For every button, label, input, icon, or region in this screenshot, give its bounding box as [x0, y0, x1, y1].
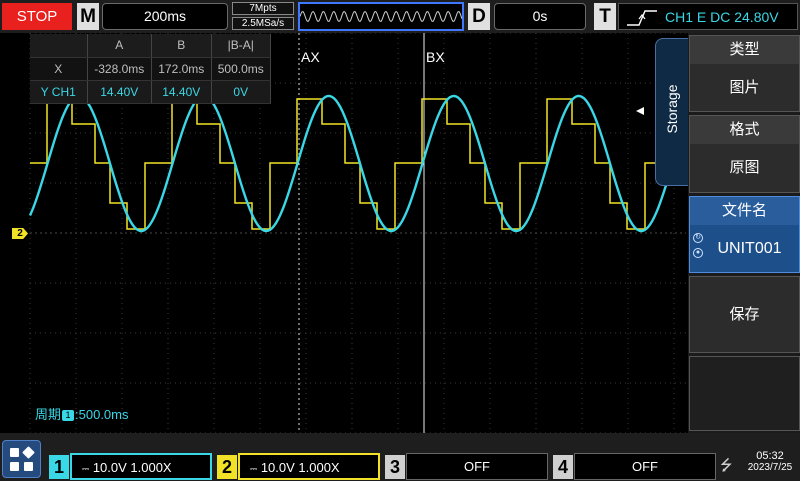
- home-menu-button[interactable]: [2, 440, 41, 478]
- measure-x-label: X: [30, 57, 88, 81]
- ch4-key[interactable]: 4: [553, 455, 573, 479]
- measure-y-b: 14.40V: [151, 80, 212, 104]
- waveform-overview[interactable]: [298, 2, 464, 31]
- ch2-key[interactable]: 2: [217, 455, 237, 479]
- measure-x-a: -328.0ms: [87, 57, 153, 81]
- save-button[interactable]: 保存: [689, 276, 800, 353]
- format-title: 格式: [690, 116, 799, 144]
- save-label: 保存: [729, 306, 760, 323]
- trigger-level-arrow-icon: [636, 107, 644, 115]
- measure-header-b: B: [151, 34, 212, 58]
- ch1-setting[interactable]: ⎓ 10.0V 1.000X: [70, 453, 212, 480]
- filename-knob-icons: ↻ ●: [693, 233, 705, 263]
- timebase-value[interactable]: 200ms: [102, 3, 228, 30]
- ch2-setting[interactable]: ⎓ 10.0V 1.000X: [238, 453, 380, 480]
- measure-corner: [30, 34, 88, 58]
- cursor-ax-label: AX: [301, 49, 320, 65]
- trigger-key[interactable]: T: [594, 3, 616, 30]
- type-value: 图片: [729, 79, 760, 96]
- format-button[interactable]: 格式 原图: [689, 115, 800, 193]
- measure-header-a: A: [87, 34, 153, 58]
- period-channel-badge: 1: [62, 410, 75, 422]
- run-stop-button[interactable]: STOP: [2, 3, 72, 30]
- clock: 05:32 2023/7/25: [742, 450, 798, 473]
- waveform-screen[interactable]: A B |B-A| X -328.0ms 172.0ms 500.0ms Y C…: [0, 33, 686, 433]
- period-label: 周期: [35, 407, 62, 422]
- memory-depth: 7Mpts: [232, 2, 294, 15]
- storage-menu: 类型 图片 格式 原图 文件名 ↻ ● UNIT001 保存: [688, 33, 800, 433]
- cursor-measure-table: A B |B-A| X -328.0ms 172.0ms 500.0ms Y C…: [30, 34, 271, 104]
- cursor-bx-label: BX: [426, 49, 445, 65]
- ch1-dc-coupling-icon: ⎓: [82, 464, 90, 474]
- delay-key[interactable]: D: [468, 3, 490, 30]
- trigger-text: CH1 E DC 24.80V: [665, 9, 779, 25]
- ch2-dc-coupling-icon: ⎓: [250, 464, 258, 474]
- storage-tab-label: Storage: [664, 84, 680, 134]
- ch3-key[interactable]: 3: [385, 455, 405, 479]
- measure-y-a: 14.40V: [87, 80, 153, 104]
- empty-menu-slot: [689, 356, 800, 431]
- measure-header-diff: |B-A|: [211, 34, 271, 58]
- usb-icon: ⭍: [720, 457, 733, 474]
- apps-grid-icon: [10, 446, 35, 471]
- overview-wave: [299, 10, 463, 23]
- clock-date: 2023/7/25: [747, 462, 793, 473]
- filename-value: UNIT001: [717, 240, 782, 257]
- clock-time: 05:32: [756, 450, 784, 462]
- filename-button[interactable]: 文件名 ↻ ● UNIT001: [689, 196, 800, 273]
- storage-tab[interactable]: Storage: [655, 38, 688, 186]
- delay-value[interactable]: 0s: [494, 3, 586, 30]
- ch4-setting[interactable]: OFF: [574, 453, 716, 480]
- rising-edge-icon: [627, 10, 657, 26]
- knob-press-icon: ●: [693, 248, 703, 258]
- filename-title: 文件名: [690, 197, 799, 225]
- measure-x-b: 172.0ms: [151, 57, 212, 81]
- ch1-key[interactable]: 1: [49, 455, 69, 479]
- type-button[interactable]: 类型 图片: [689, 35, 800, 112]
- format-value: 原图: [729, 159, 760, 176]
- sample-rate: 2.5MSa/s: [232, 17, 294, 30]
- measure-y-diff: 0V: [211, 80, 271, 104]
- type-title: 类型: [690, 36, 799, 64]
- period-measurement: 周期 1:500.0ms: [35, 404, 129, 423]
- trigger-setting[interactable]: CH1 E DC 24.80V: [618, 3, 798, 30]
- ch1-setting-text: 10.0V 1.000X: [92, 460, 172, 475]
- timebase-key[interactable]: M: [77, 3, 99, 30]
- measure-x-diff: 500.0ms: [211, 57, 271, 81]
- ch2-setting-text: 10.0V 1.000X: [260, 460, 340, 475]
- knob-rotate-icon: ↻: [693, 233, 703, 243]
- measure-y-label: Y CH1: [30, 80, 88, 104]
- period-value: :500.0ms: [75, 407, 129, 422]
- ch3-setting[interactable]: OFF: [406, 453, 548, 480]
